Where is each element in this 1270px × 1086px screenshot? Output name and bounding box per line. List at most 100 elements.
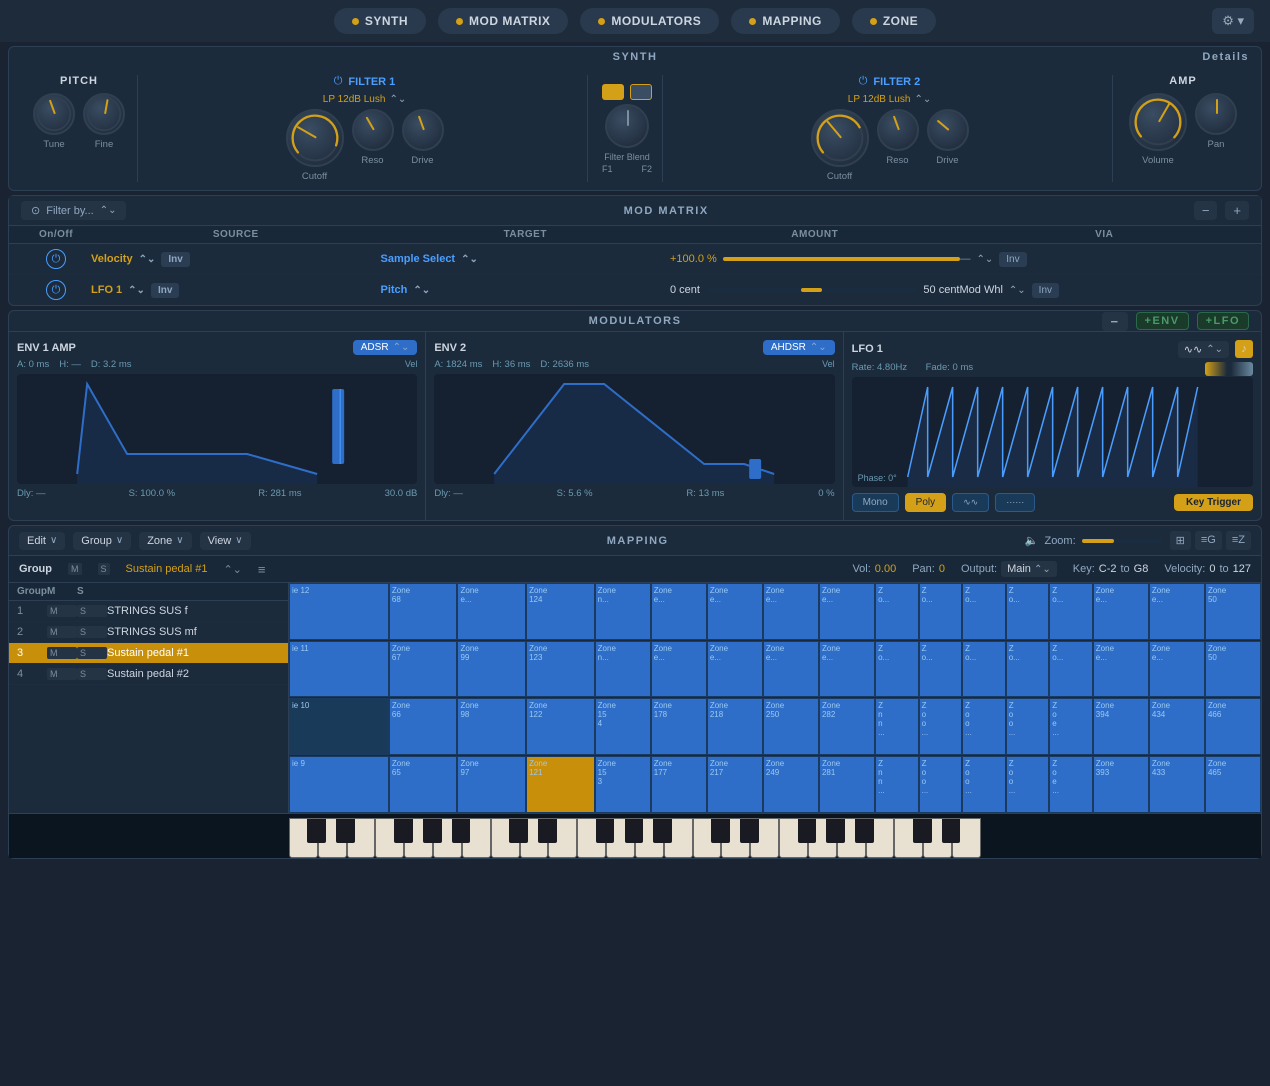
zone-cell[interactable]: ie 10 — [289, 698, 389, 755]
zone-cell[interactable]: Zo... — [1049, 583, 1093, 640]
zone-cell[interactable]: Zone98 — [457, 698, 526, 755]
modulators-minus[interactable]: − — [1102, 312, 1127, 331]
zone-cell[interactable]: ie 12 — [289, 583, 389, 640]
group2-s-btn[interactable]: S — [77, 626, 107, 638]
mod-row1-source-chevron[interactable]: ⌃⌄ — [139, 254, 156, 265]
zone-cell[interactable]: Zonee... — [651, 583, 707, 640]
lfo1-wave-btn1[interactable]: ∿∿ — [952, 493, 989, 512]
filter1-type-select[interactable]: LP 12dB Lush ⌃⌄ — [323, 94, 406, 105]
zone-cell[interactable]: Zone99 — [457, 641, 526, 698]
zoom-slider[interactable] — [1082, 539, 1162, 543]
zone-cell[interactable]: Zonee... — [1149, 641, 1205, 698]
mod-row2-power[interactable]: ⏻ — [46, 280, 66, 300]
group-row-3[interactable]: 3 M S Sustain pedal #1 — [9, 643, 288, 664]
zone-cell[interactable]: Zone433 — [1149, 756, 1205, 814]
mod-row2-inv-source[interactable]: Inv — [151, 283, 179, 298]
filter1-reso-knob[interactable] — [352, 109, 394, 151]
mod-row2-inv-via[interactable]: Inv — [1032, 283, 1059, 298]
group-row-2[interactable]: 2 M S STRINGS SUS mf — [9, 622, 288, 643]
zone-cell[interactable]: Zo... — [1049, 641, 1093, 698]
zone-cell[interactable]: Zone393 — [1093, 756, 1149, 814]
zone-cell[interactable]: Zone250 — [763, 698, 819, 755]
zone-grid-area[interactable]: ie 12 Zone68 Zonee... Zone124 Zonen... Z… — [289, 583, 1261, 813]
piano-key-c2[interactable] — [491, 818, 520, 858]
add-env-button[interactable]: +ENV — [1136, 312, 1189, 330]
zone-cell[interactable]: Zone177 — [651, 756, 707, 814]
zone-cell[interactable]: Zo... — [919, 583, 963, 640]
view-grid-icon[interactable]: ⊞ — [1170, 531, 1191, 550]
lfo1-mono-btn[interactable]: Mono — [852, 493, 899, 512]
zone-cell[interactable]: Zone50 — [1205, 641, 1261, 698]
fine-knob[interactable] — [83, 93, 125, 135]
zone-cell[interactable]: Zoo... — [919, 698, 963, 755]
zone-cell[interactable]: Zone465 — [1205, 756, 1261, 814]
zone-cell[interactable]: Zone50 — [1205, 583, 1261, 640]
zone-cell[interactable]: Zonee... — [763, 583, 819, 640]
vel-to[interactable]: 127 — [1233, 563, 1251, 575]
param-s-btn[interactable]: S — [98, 563, 110, 575]
group4-s-btn[interactable]: S — [77, 668, 107, 680]
zone-cell[interactable]: Zone218 — [707, 698, 763, 755]
zone-cell[interactable]: Zone97 — [457, 756, 526, 814]
lfo1-key-trigger[interactable]: Key Trigger — [1174, 494, 1253, 511]
mod-row2-target-chevron[interactable]: ⌃⌄ — [413, 285, 430, 296]
lfo1-note-icon[interactable]: ♪ — [1235, 340, 1253, 358]
filter-blend-knob[interactable] — [605, 104, 649, 148]
zone-cell[interactable]: Zone66 — [389, 698, 458, 755]
env1-graph[interactable] — [17, 374, 417, 484]
mod-matrix-minus[interactable]: − — [1194, 201, 1218, 220]
gear-button[interactable]: ⚙ ▾ — [1212, 8, 1254, 34]
env2-graph[interactable] — [434, 374, 834, 484]
mod-row1-power[interactable]: ⏻ — [46, 249, 66, 269]
zone-cell[interactable]: Zonen... — [595, 641, 651, 698]
filter-by-button[interactable]: ⊙ Filter by... ⌃⌄ — [21, 201, 126, 220]
zone-cell[interactable]: Zone123 — [526, 641, 595, 698]
group1-m-btn[interactable]: M — [47, 605, 77, 617]
view-list-icon[interactable]: ≡G — [1195, 531, 1222, 550]
filter1-cutoff-knob[interactable] — [286, 109, 344, 167]
env2-type-select[interactable]: AHDSR ⌃⌄ — [763, 340, 835, 355]
zone-cell[interactable]: Zone68 — [389, 583, 458, 640]
edit-dropdown[interactable]: Edit ∨ — [19, 532, 65, 550]
mod-row1-slider[interactable] — [723, 257, 960, 261]
tab-synth[interactable]: SYNTH — [334, 8, 426, 34]
zone-cell[interactable]: Zonee... — [1149, 583, 1205, 640]
piano-key-c4[interactable] — [894, 818, 923, 858]
add-lfo-button[interactable]: +LFO — [1197, 312, 1249, 330]
zone-cell[interactable]: Zonee... — [707, 583, 763, 640]
env1-type-select[interactable]: ADSR ⌃⌄ — [353, 340, 418, 355]
zone-cell[interactable]: Zonee... — [651, 641, 707, 698]
zone-cell[interactable]: Zoe... — [1049, 698, 1093, 755]
zone-cell[interactable]: Zone434 — [1149, 698, 1205, 755]
zone-cell[interactable]: Zoo... — [962, 698, 1006, 755]
mod-row1-target-chevron[interactable]: ⌃⌄ — [461, 254, 478, 265]
piano-key-f3[interactable] — [779, 818, 808, 858]
mod-row1-inv-via[interactable]: Inv — [999, 252, 1026, 267]
pan-value[interactable]: 0 — [939, 563, 945, 575]
lfo1-poly-btn[interactable]: Poly — [905, 493, 946, 512]
mod-row2-source-chevron[interactable]: ⌃⌄ — [128, 285, 145, 296]
group1-s-btn[interactable]: S — [77, 605, 107, 617]
zone-cell[interactable]: Zonen... — [595, 583, 651, 640]
zone-cell[interactable]: Zo... — [875, 641, 919, 698]
filter2-reso-knob[interactable] — [877, 109, 919, 151]
group2-m-btn[interactable]: M — [47, 626, 77, 638]
group3-s-btn[interactable]: S — [77, 647, 107, 659]
zone-cell[interactable]: ie 11 — [289, 641, 389, 698]
zone-cell[interactable]: Zo... — [1006, 641, 1050, 698]
zone-cell[interactable]: Zoo... — [962, 756, 1006, 814]
zone-cell[interactable]: Zone154 — [595, 698, 651, 755]
output-value[interactable]: Main ⌃⌄ — [1001, 561, 1057, 577]
piano-key-f[interactable] — [375, 818, 404, 858]
view-split-icon[interactable]: ≡Z — [1226, 531, 1251, 550]
zone-cell[interactable]: Zoo... — [1006, 698, 1050, 755]
mod-row2-via-chevron[interactable]: ⌃⌄ — [1009, 285, 1026, 296]
vel-from[interactable]: 0 — [1209, 563, 1215, 575]
zone-cell[interactable]: Znn... — [875, 698, 919, 755]
mod-row2-slider[interactable] — [706, 288, 917, 292]
zone-cell[interactable]: Zone394 — [1093, 698, 1149, 755]
vol-value[interactable]: 0.00 — [875, 563, 896, 575]
lfo1-graph[interactable]: Phase: 0° — [852, 377, 1253, 487]
zone-cell[interactable]: Zo... — [962, 641, 1006, 698]
piano-key-f2[interactable] — [577, 818, 606, 858]
